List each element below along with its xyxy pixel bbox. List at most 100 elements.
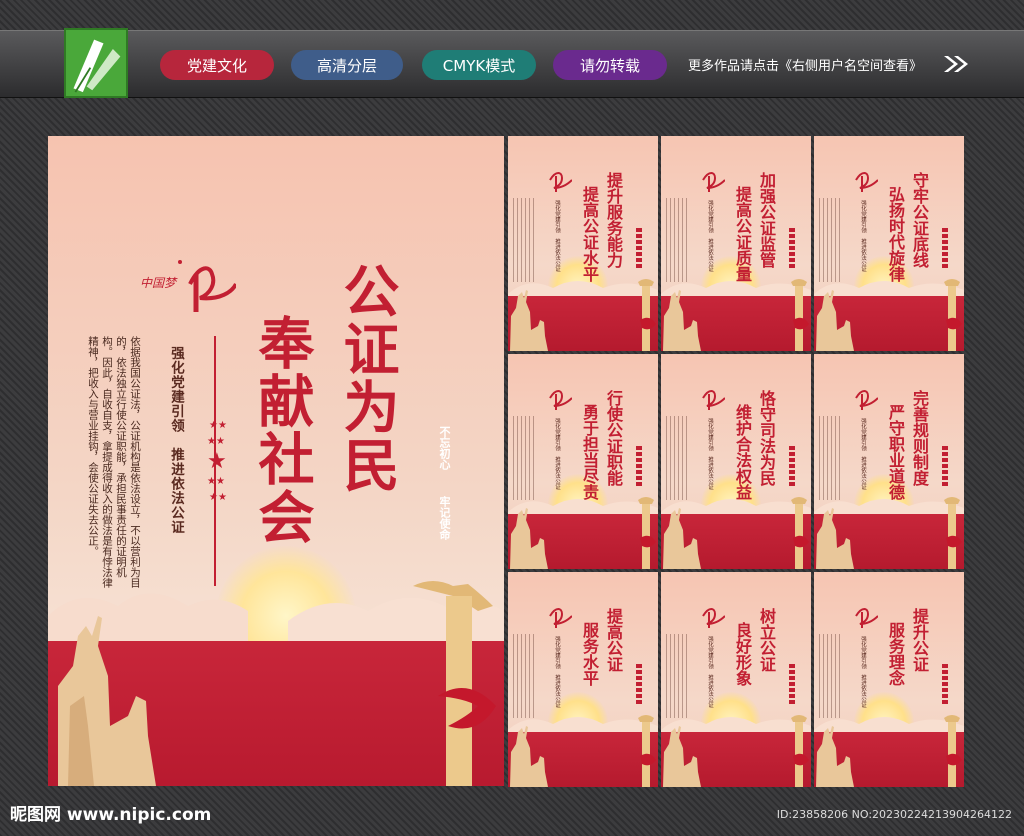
small-poster[interactable]: 强化党建引领 推进依法公证 树立公证 良好形象 <box>661 572 811 787</box>
poster-subtitle: 强化党建引领 推进依法公证 <box>860 636 866 708</box>
poster-title-2: 勇于担当尽责 <box>580 404 599 500</box>
china-dream-calligraphy-logo <box>855 172 878 192</box>
huabiao-pillar-image <box>944 279 962 351</box>
slogan-marks <box>636 228 642 268</box>
china-dream-calligraphy-logo <box>549 608 572 628</box>
slogan-marks <box>636 446 642 486</box>
soldier-statues-image <box>510 508 548 569</box>
poster-title-2: 维护合法权益 <box>733 404 752 500</box>
body-text-lines <box>513 416 535 500</box>
image-id-text: ID:23858206 NO:20230224213904264122 <box>776 808 1012 821</box>
tag-cmyk-mode[interactable]: CMYK模式 <box>422 50 536 80</box>
soldier-statues-image <box>58 616 156 786</box>
slogan-remember-mission: 牢记使命 <box>438 496 451 540</box>
poster-subtitle: 强化党建引领 推进依法公证 <box>554 418 560 490</box>
huabiao-pillar-image <box>791 715 809 787</box>
soldier-statues-image <box>663 290 701 351</box>
body-text-lines <box>666 416 688 500</box>
main-subtitle: 强化党建引领 推进依法公证 <box>168 346 184 535</box>
huabiao-pillar-image <box>791 279 809 351</box>
huabiao-pillar-image <box>638 497 656 569</box>
body-text-lines <box>666 198 688 282</box>
poster-subtitle: 强化党建引领 推进依法公证 <box>860 200 866 272</box>
small-poster[interactable]: 强化党建引领 推进依法公证 提升公证 服务理念 <box>814 572 964 787</box>
body-text-lines <box>513 198 535 282</box>
main-title-2: 奉献社会 <box>249 314 315 546</box>
small-poster[interactable]: 强化党建引领 推进依法公证 守牢公证底线 弘扬时代旋律 <box>814 136 964 351</box>
china-dream-calligraphy-logo <box>549 172 572 192</box>
china-dream-calligraphy-logo <box>702 172 725 192</box>
poster-title-2: 弘扬时代旋律 <box>886 186 905 282</box>
poster-title-1: 行使公证职能 <box>604 390 623 486</box>
pen-nib-icon <box>64 28 128 98</box>
svg-text:★★: ★★ <box>209 492 227 503</box>
poster-subtitle: 强化党建引领 推进依法公证 <box>554 636 560 708</box>
poster-subtitle: 强化党建引领 推进依法公证 <box>554 200 560 272</box>
slogan-marks <box>942 664 948 704</box>
soldier-statues-image <box>663 726 701 787</box>
slogan-marks <box>942 228 948 268</box>
soldier-statues-image <box>510 726 548 787</box>
poster-title-1: 恪守司法为民 <box>757 390 776 486</box>
body-text-lines <box>666 634 688 718</box>
huabiao-pillar-image <box>638 715 656 787</box>
china-dream-calligraphy-logo <box>855 390 878 410</box>
small-poster[interactable]: 强化党建引领 推进依法公证 提高公证 服务水平 <box>508 572 658 787</box>
slogan-marks <box>942 446 948 486</box>
huabiao-pillar-image <box>413 581 496 786</box>
huabiao-pillar-image <box>944 715 962 787</box>
slogan-marks <box>636 664 642 704</box>
poster-subtitle: 强化党建引领 推进依法公证 <box>707 200 713 272</box>
poster-title-1: 完善规则制度 <box>910 390 929 486</box>
tag-no-repost[interactable]: 请勿转载 <box>553 50 667 80</box>
poster-subtitle: 强化党建引领 推进依法公证 <box>860 418 866 490</box>
slogan-marks <box>789 446 795 486</box>
soldier-statues-image <box>816 726 854 787</box>
slogan-marks <box>789 664 795 704</box>
poster-title-1: 提升公证 <box>910 608 929 672</box>
soldier-statues-image <box>816 290 854 351</box>
body-text-lines <box>819 634 841 718</box>
svg-text:★★: ★★ <box>209 420 227 431</box>
small-poster[interactable]: 强化党建引领 推进依法公证 行使公证职能 勇于担当尽责 <box>508 354 658 569</box>
china-dream-calligraphy-logo <box>855 608 878 628</box>
site-watermark: 昵图网 www.nipic.com <box>10 805 212 825</box>
poster-title-1: 提高公证 <box>604 608 623 672</box>
soldier-statues-image <box>510 290 548 351</box>
body-text-lines <box>819 198 841 282</box>
soldier-statues-image <box>816 508 854 569</box>
double-chevron-right-icon[interactable] <box>942 54 970 74</box>
poster-title-2: 良好形象 <box>733 622 752 686</box>
small-poster[interactable]: 强化党建引领 推进依法公证 恪守司法为民 维护合法权益 <box>661 354 811 569</box>
poster-title-1: 提升服务能力 <box>604 172 623 268</box>
more-works-link[interactable]: 更多作品请点击《右侧用户名空间查看》 <box>688 55 922 74</box>
main-body-text: 依据我国公证法，公证机构是依法设立，不以营利为目的，依法独立行使公证职能，承担民… <box>87 336 141 588</box>
china-dream-calligraphy-logo <box>702 390 725 410</box>
tag-hd-layers[interactable]: 高清分层 <box>291 50 403 80</box>
poster-title-2: 提高公证质量 <box>733 186 752 282</box>
poster-title-2: 提高公证水平 <box>580 186 599 282</box>
small-poster[interactable]: 强化党建引领 推进依法公证 完善规则制度 严守职业道德 <box>814 354 964 569</box>
stars-decoration: ★★ ★★ ★ ★★ ★★ <box>207 420 227 503</box>
poster-subtitle: 强化党建引领 推进依法公证 <box>707 418 713 490</box>
main-title-1: 公证为民 <box>334 262 400 494</box>
poster-title-2: 服务理念 <box>886 622 905 686</box>
soldier-statues-image <box>663 508 701 569</box>
body-text-lines <box>513 634 535 718</box>
svg-text:★★: ★★ <box>207 476 225 487</box>
poster-title-1: 守牢公证底线 <box>910 172 929 268</box>
tag-party-culture[interactable]: 党建文化 <box>160 50 274 80</box>
china-dream-text: 中国梦 <box>140 276 177 290</box>
china-dream-calligraphy-logo <box>549 390 572 410</box>
small-poster[interactable]: 强化党建引领 推进依法公证 提升服务能力 提高公证水平 <box>508 136 658 351</box>
slogan-never-forget: 不忘初心 <box>438 426 451 470</box>
body-text-lines <box>819 416 841 500</box>
huabiao-pillar-image <box>638 279 656 351</box>
poster-title-1: 树立公证 <box>757 608 776 672</box>
poster-title-1: 加强公证监管 <box>757 172 776 268</box>
slogan-marks <box>789 228 795 268</box>
poster-subtitle: 强化党建引领 推进依法公证 <box>707 636 713 708</box>
huabiao-pillar-image <box>944 497 962 569</box>
main-poster: 中国梦 公证为民 奉献社会 强化党建引领 推进依法公证 依据我国公证法，公证机构… <box>48 136 504 786</box>
small-poster[interactable]: 强化党建引领 推进依法公证 加强公证监管 提高公证质量 <box>661 136 811 351</box>
